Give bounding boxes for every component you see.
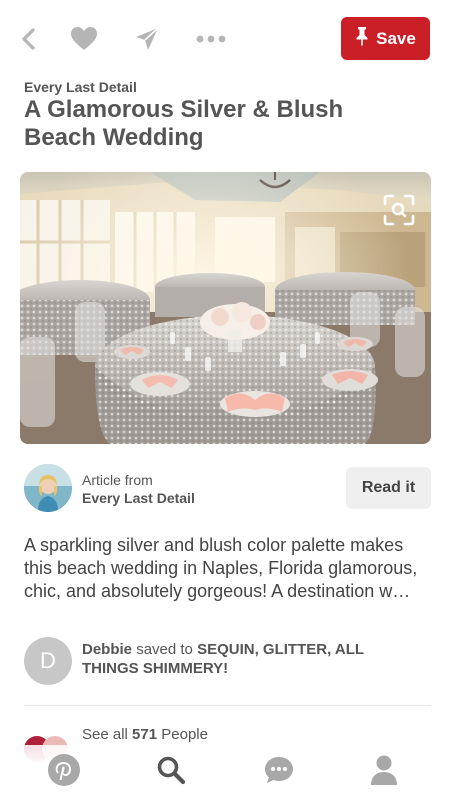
pinterest-icon[interactable] xyxy=(46,752,82,788)
more-icon[interactable] xyxy=(194,22,228,56)
see-all-prefix: See all xyxy=(82,726,128,743)
wedding-reception-photo xyxy=(20,172,431,444)
people-count: 571 xyxy=(132,726,158,743)
people-suffix: People xyxy=(161,726,208,743)
send-icon[interactable] xyxy=(130,22,164,56)
back-icon[interactable] xyxy=(12,22,46,56)
source-avatar[interactable] xyxy=(24,464,72,512)
search-icon[interactable] xyxy=(153,752,189,788)
see-all-people-text[interactable]: See all 571 People xyxy=(82,726,208,743)
saver-name[interactable]: Debbie xyxy=(82,641,132,658)
visual-search-icon[interactable] xyxy=(381,192,417,228)
article-source-name[interactable]: Every Last Detail xyxy=(82,490,195,506)
pin-title: A Glamorous Silver & Blush Beach Wedding xyxy=(24,96,344,151)
save-label: Save xyxy=(376,28,416,48)
saved-by-text: Debbie saved to SEQUIN, GLITTER, ALL THI… xyxy=(82,640,402,678)
pin-image[interactable] xyxy=(20,172,431,444)
chat-icon[interactable] xyxy=(261,752,297,788)
pin-source-name[interactable]: Every Last Detail xyxy=(24,79,137,95)
divider xyxy=(24,705,431,706)
profile-icon[interactable] xyxy=(366,752,402,788)
pin-icon xyxy=(355,26,369,51)
pin-description: A sparkling silver and blush color palet… xyxy=(24,535,418,601)
heart-icon[interactable] xyxy=(67,22,101,56)
saved-action: saved to xyxy=(136,641,193,658)
read-it-button[interactable]: Read it xyxy=(346,467,431,509)
see-all-people-row[interactable]: See all 571 People xyxy=(24,726,324,762)
bottom-nav xyxy=(0,745,449,800)
save-button[interactable]: Save xyxy=(341,17,430,60)
saver-avatar[interactable]: D xyxy=(24,637,72,685)
article-from-label: Article from xyxy=(82,472,153,488)
top-toolbar: Save xyxy=(0,0,449,76)
